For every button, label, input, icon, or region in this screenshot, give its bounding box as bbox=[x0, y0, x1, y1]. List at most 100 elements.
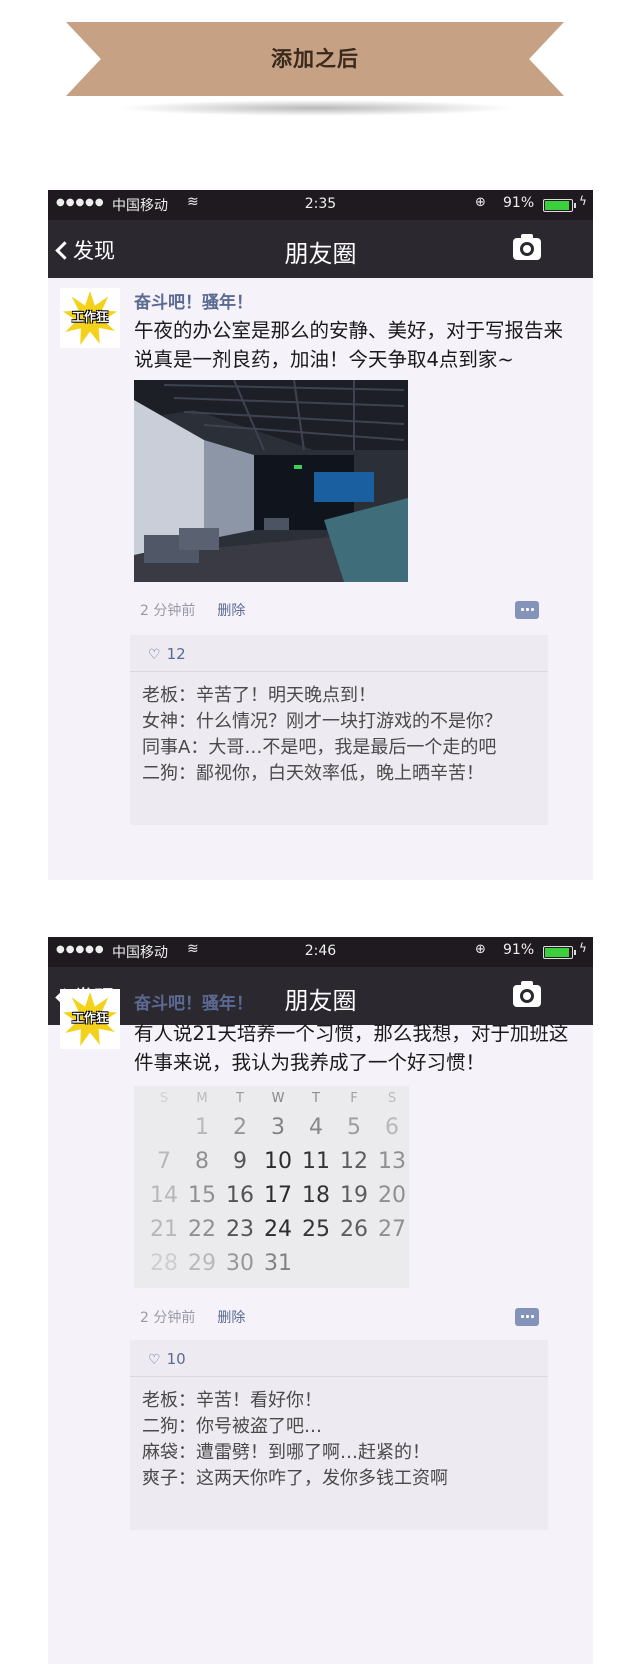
comment-item: 二狗：鄙视你，白天效率低，晚上晒辛苦！ bbox=[142, 761, 542, 787]
calendar-day: 28 bbox=[150, 1251, 178, 1276]
battery-icon bbox=[543, 946, 576, 959]
comment-author[interactable]: 麻袋： bbox=[142, 1442, 196, 1463]
nav-bar: 发现 朋友圈 bbox=[48, 967, 593, 1025]
likes-comments-box: ♡ 12 老板：辛苦了！明天晚点到！ 女神：什么情况？刚才一块打游戏的不是你？ 同… bbox=[130, 635, 548, 825]
comment-author[interactable]: 女神： bbox=[142, 711, 196, 732]
comment-icon[interactable] bbox=[515, 1308, 539, 1326]
calendar-day: 6 bbox=[385, 1115, 399, 1140]
delete-link[interactable]: 删除 bbox=[217, 603, 245, 619]
battery-level bbox=[545, 201, 569, 210]
calendar-day: 27 bbox=[378, 1217, 406, 1242]
calendar-weekday: S bbox=[160, 1091, 168, 1106]
calendar-day: 10 bbox=[264, 1149, 292, 1174]
comment-text: 辛苦了！明天晚点到！ bbox=[196, 685, 376, 706]
calendar-day: 30 bbox=[226, 1251, 254, 1276]
comment-author[interactable]: 老板： bbox=[142, 685, 196, 706]
comment-author[interactable]: 同事A： bbox=[142, 737, 208, 758]
comment-text: 鄙视你，白天效率低，晚上晒辛苦！ bbox=[196, 763, 484, 784]
camera-lens bbox=[520, 242, 534, 256]
likes-comments-box: ♡ 10 老板：辛苦！看好你！ 二狗：你号被盗了吧… 麻袋：遭雷劈！到哪了啊…赶紧… bbox=[130, 1340, 548, 1530]
comment-author[interactable]: 二狗： bbox=[142, 763, 196, 784]
calendar-weekday: W bbox=[272, 1091, 285, 1106]
night-office-illustration bbox=[134, 380, 408, 582]
camera-icon[interactable] bbox=[513, 981, 541, 1007]
calendar-day: 16 bbox=[226, 1183, 254, 1208]
charging-icon: ϟ bbox=[579, 941, 587, 955]
calendar-day: 21 bbox=[150, 1217, 178, 1242]
calendar-day: 17 bbox=[264, 1183, 292, 1208]
delete-link[interactable]: 删除 bbox=[217, 1310, 245, 1326]
calendar-day: 14 bbox=[150, 1183, 178, 1208]
battery-level bbox=[545, 948, 569, 957]
orientation-lock-icon: ⊕ bbox=[475, 195, 486, 210]
comment-dots bbox=[520, 607, 534, 612]
banner-title: 添加之后 bbox=[271, 47, 359, 71]
ribbon-shadow bbox=[116, 100, 516, 116]
calendar-day: 23 bbox=[226, 1217, 254, 1242]
camera-icon[interactable] bbox=[513, 234, 541, 260]
calendar-day: 26 bbox=[340, 1217, 368, 1242]
calendar-day: 8 bbox=[195, 1149, 209, 1174]
moments-screen-2: ●●●●● 中国移动 ≋ 2:46 ⊕ 91% ϟ 发现 朋友圈 工作狂 奋斗吧… bbox=[48, 937, 593, 1664]
comment-text: 这两天你咋了，发你多钱工资啊 bbox=[196, 1468, 448, 1489]
calendar-day: 24 bbox=[264, 1217, 292, 1242]
comment-text: 遭雷劈！到哪了啊…赶紧的！ bbox=[196, 1442, 430, 1463]
calendar-weekday: M bbox=[196, 1091, 207, 1106]
post-time: 2 分钟前 bbox=[140, 603, 196, 619]
post-username[interactable]: 奋斗吧！骚年！ bbox=[134, 989, 253, 1014]
comment-author[interactable]: 二狗： bbox=[142, 1416, 196, 1437]
orientation-lock-icon: ⊕ bbox=[475, 942, 486, 957]
nav-title: 朋友圈 bbox=[284, 240, 357, 268]
post-text: 有人说21天培养一个习惯，那么我想，对于加班这件事来说，我认为我养成了一个好习惯… bbox=[134, 1022, 569, 1074]
divider bbox=[130, 1376, 548, 1377]
comment-item: 老板：辛苦了！明天晚点到！ bbox=[142, 683, 542, 709]
calendar-weekday: F bbox=[350, 1091, 357, 1106]
status-bar: ●●●●● 中国移动 ≋ 2:35 ⊕ 91% ϟ bbox=[48, 190, 593, 220]
avatar[interactable]: 工作狂 bbox=[60, 989, 120, 1049]
status-bar: ●●●●● 中国移动 ≋ 2:46 ⊕ 91% ϟ bbox=[48, 937, 593, 967]
calendar-day: 11 bbox=[302, 1149, 330, 1174]
moments-screen-1: ●●●●● 中国移动 ≋ 2:35 ⊕ 91% ϟ 发现 朋友圈 工作狂 奋斗吧… bbox=[48, 190, 593, 880]
battery-icon bbox=[543, 199, 576, 212]
calendar-day: 25 bbox=[302, 1217, 330, 1242]
calendar-day: 9 bbox=[233, 1149, 247, 1174]
nav-bar: 发现 朋友圈 bbox=[48, 220, 593, 278]
post-photo-calendar[interactable]: S M T W T F S 1 2 3 4 5 6 7 8 9 10 11 12 13 14 15 16 17 18 19 20 21… bbox=[134, 1086, 409, 1288]
calendar-weekday: T bbox=[311, 1091, 320, 1106]
post-meta: 2 分钟前 删除 bbox=[140, 600, 245, 620]
calendar-day: 18 bbox=[302, 1183, 330, 1208]
comment-list: 老板：辛苦了！明天晚点到！ 女神：什么情况？刚才一块打游戏的不是你？ 同事A：大… bbox=[142, 683, 542, 787]
heart-icon: ♡ bbox=[148, 1352, 161, 1368]
comment-dots bbox=[520, 1314, 534, 1319]
camera-lens bbox=[520, 989, 534, 1003]
avatar[interactable]: 工作狂 bbox=[60, 288, 120, 348]
comment-item: 女神：什么情况？刚才一块打游戏的不是你？ bbox=[142, 709, 542, 735]
calendar-day: 5 bbox=[347, 1115, 361, 1140]
comment-text: 大哥…不是吧，我是最后一个走的吧 bbox=[208, 737, 497, 758]
avatar-label: 工作狂 bbox=[71, 310, 108, 324]
calendar-day: 12 bbox=[340, 1149, 368, 1174]
calendar-day: 13 bbox=[378, 1149, 406, 1174]
nav-title: 朋友圈 bbox=[284, 987, 357, 1015]
like-count: 12 bbox=[166, 645, 186, 663]
comment-author[interactable]: 爽子： bbox=[142, 1468, 196, 1489]
calendar-day: 7 bbox=[157, 1149, 171, 1174]
comment-text: 什么情况？刚才一块打游戏的不是你？ bbox=[196, 711, 502, 732]
calendar-weekday: S bbox=[388, 1091, 396, 1106]
comment-item: 二狗：你号被盗了吧… bbox=[142, 1414, 542, 1440]
post-username[interactable]: 奋斗吧！骚年！ bbox=[134, 288, 253, 313]
post-photo-office[interactable] bbox=[134, 380, 408, 582]
comment-text: 你号被盗了吧… bbox=[196, 1416, 322, 1437]
comment-author[interactable]: 老板： bbox=[142, 1390, 196, 1411]
post-text: 午夜的办公室是那么的安静、美好，对于写报告来说真是一剂良药，加油！今天争取4点到… bbox=[134, 319, 564, 371]
comment-icon[interactable] bbox=[515, 601, 539, 619]
calendar-day: 1 bbox=[195, 1115, 209, 1140]
divider bbox=[130, 671, 548, 672]
calendar-weekday: T bbox=[235, 1091, 244, 1106]
calendar-day: 3 bbox=[271, 1115, 285, 1140]
calendar-day: 19 bbox=[340, 1183, 368, 1208]
post-meta: 2 分钟前 删除 bbox=[140, 1307, 245, 1327]
calendar-day: 2 bbox=[233, 1115, 247, 1140]
calendar-day: 4 bbox=[309, 1115, 323, 1140]
comment-list: 老板：辛苦！看好你！ 二狗：你号被盗了吧… 麻袋：遭雷劈！到哪了啊…赶紧的！ 爽… bbox=[142, 1388, 542, 1492]
